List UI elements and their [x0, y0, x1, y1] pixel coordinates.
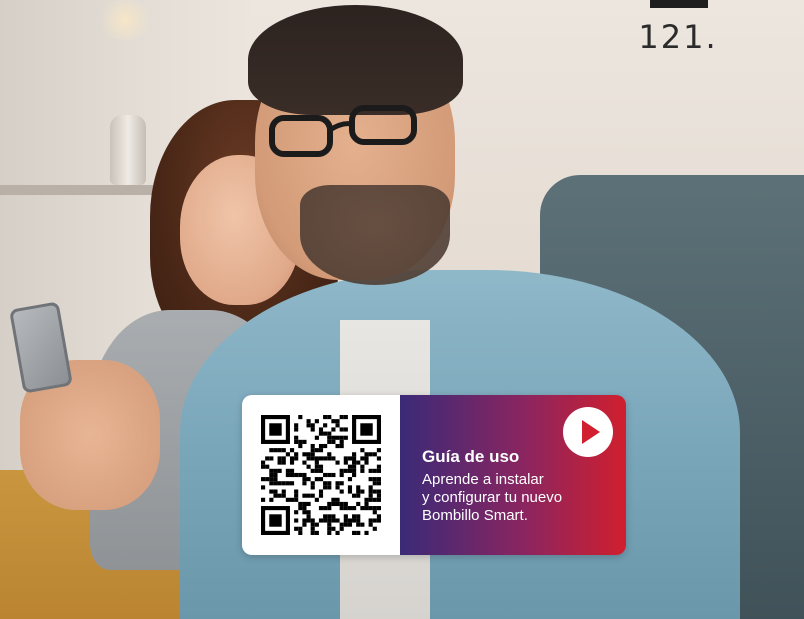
play-button[interactable] [563, 407, 613, 457]
glasses [269, 105, 417, 157]
guide-description-line: Bombillo Smart. [422, 507, 528, 524]
guide-info: Guía de uso Aprende a instalar y configu… [400, 395, 626, 555]
man-beard [300, 185, 450, 285]
lifestyle-photo: 121. Guía de uso Aprende a instalar y co… [0, 0, 804, 619]
vase [110, 115, 146, 185]
guide-description-line: Aprende a instalar [422, 471, 544, 488]
page-number: 121. [638, 18, 718, 56]
page-marker-bar [650, 0, 708, 8]
guide-description: Aprende a instalar y configurar tu nuevo… [422, 471, 612, 525]
man-hair [248, 5, 463, 115]
lamp-light [95, 0, 155, 40]
guide-description-line: y configurar tu nuevo [422, 489, 563, 506]
qr-code[interactable] [242, 395, 400, 555]
guide-card[interactable]: Guía de uso Aprende a instalar y configu… [242, 395, 626, 555]
guide-title: Guía de uso [422, 447, 520, 466]
qr-code-graphic [261, 415, 381, 535]
play-icon [582, 420, 600, 444]
